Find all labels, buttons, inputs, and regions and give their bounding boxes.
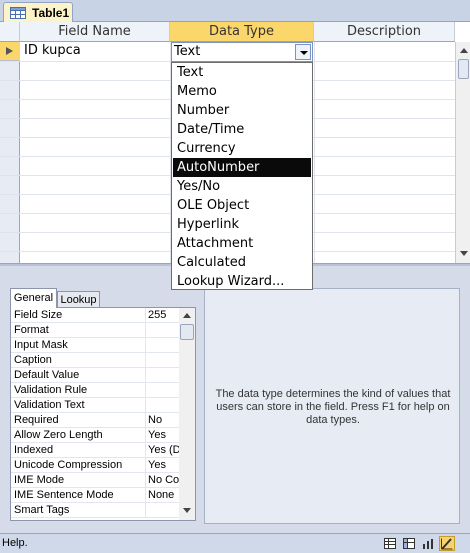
data-type-combobox[interactable]: Text: [171, 42, 313, 62]
column-header-field-name[interactable]: Field Name: [20, 22, 170, 42]
dropdown-item[interactable]: Calculated: [173, 253, 311, 272]
property-row[interactable]: Unicode Compression Yes: [11, 458, 179, 473]
field-name-cell[interactable]: ID kupca: [24, 43, 81, 58]
property-name: Required: [14, 414, 59, 426]
property-name: Validation Rule: [14, 384, 88, 396]
property-name: Validation Text: [14, 399, 85, 411]
pivotchart-view-icon[interactable]: [420, 536, 436, 551]
grid-vertical-scrollbar[interactable]: [455, 42, 470, 263]
scroll-thumb[interactable]: [180, 324, 194, 340]
property-value[interactable]: [145, 503, 179, 517]
property-row[interactable]: IME Mode No Co: [11, 473, 179, 488]
dropdown-item[interactable]: AutoNumber: [173, 158, 311, 177]
property-row[interactable]: Field Size 255: [11, 308, 179, 323]
tab-general[interactable]: General: [10, 288, 57, 308]
status-text: Help.: [2, 537, 28, 549]
scroll-up-icon[interactable]: [457, 43, 470, 58]
pivottable-view-icon[interactable]: [401, 536, 417, 551]
property-name: IME Mode: [14, 474, 65, 486]
scroll-up-icon[interactable]: [180, 309, 193, 324]
property-name: Field Size: [14, 309, 63, 321]
property-name: Indexed: [14, 444, 54, 456]
dropdown-item[interactable]: Hyperlink: [173, 215, 311, 234]
help-text: The data type determines the kind of val…: [215, 388, 451, 426]
property-name: Unicode Compression: [14, 459, 123, 471]
data-type-value: Text: [174, 44, 201, 59]
properties-sheet: Field Size 255 Format Input Mask Caption Defa…: [10, 307, 196, 521]
property-value[interactable]: [145, 353, 179, 367]
dropdown-item[interactable]: Memo: [173, 82, 311, 101]
dropdown-item[interactable]: Attachment: [173, 234, 311, 253]
property-value[interactable]: [145, 323, 179, 337]
field-properties-pane: General Lookup Field Size 255 Format Input …: [0, 266, 470, 531]
property-row[interactable]: Input Mask: [11, 338, 179, 353]
dropdown-arrow-button[interactable]: [295, 44, 311, 60]
dropdown-item[interactable]: Currency: [173, 139, 311, 158]
scroll-down-icon[interactable]: [457, 246, 470, 261]
property-value[interactable]: None: [145, 488, 179, 502]
property-name: Input Mask: [14, 339, 68, 351]
dropdown-item[interactable]: Yes/No: [173, 177, 311, 196]
property-row[interactable]: IME Sentence Mode None: [11, 488, 179, 503]
property-row[interactable]: Format: [11, 323, 179, 338]
dropdown-item[interactable]: Text: [173, 63, 311, 82]
property-row[interactable]: Caption: [11, 353, 179, 368]
scroll-down-icon[interactable]: [180, 504, 193, 519]
property-name: Caption: [14, 354, 52, 366]
document-tab-label: Table1: [32, 6, 70, 20]
property-value[interactable]: [145, 398, 179, 412]
column-header-data-type[interactable]: Data Type: [170, 22, 314, 42]
column-header-description[interactable]: Description: [314, 22, 455, 42]
property-row[interactable]: Validation Rule: [11, 383, 179, 398]
dropdown-item[interactable]: Lookup Wizard...: [173, 272, 311, 291]
property-name: Format: [14, 324, 49, 336]
table-icon: [10, 7, 26, 19]
property-value[interactable]: [145, 338, 179, 352]
property-value[interactable]: Yes: [145, 458, 179, 472]
property-name: Smart Tags: [14, 504, 70, 516]
property-value[interactable]: Yes (D: [145, 443, 179, 457]
property-row[interactable]: Default Value: [11, 368, 179, 383]
design-view-icon[interactable]: [439, 536, 455, 551]
help-pane: The data type determines the kind of val…: [204, 288, 460, 524]
document-tab-strip: Table1: [0, 0, 470, 23]
property-name: Allow Zero Length: [14, 429, 103, 441]
property-value[interactable]: No Co: [145, 473, 179, 487]
properties-scrollbar[interactable]: [179, 308, 195, 520]
grid-column-line: [314, 42, 315, 263]
property-row[interactable]: Required No: [11, 413, 179, 428]
primary-key-icon: [6, 47, 13, 55]
property-value[interactable]: [145, 383, 179, 397]
scroll-thumb[interactable]: [458, 59, 469, 79]
property-row[interactable]: Allow Zero Length Yes: [11, 428, 179, 443]
property-row[interactable]: Smart Tags: [11, 503, 179, 518]
grid-corner: [0, 22, 20, 42]
property-value[interactable]: [145, 368, 179, 382]
property-name: IME Sentence Mode: [14, 489, 114, 501]
document-tab-table1[interactable]: Table1: [3, 2, 73, 23]
data-type-dropdown-list[interactable]: Text Memo Number Date/Time Currency AutoNumbe…: [171, 62, 313, 290]
property-row[interactable]: Validation Text: [11, 398, 179, 413]
property-row[interactable]: Indexed Yes (D: [11, 443, 179, 458]
property-value[interactable]: No: [145, 413, 179, 427]
dropdown-item[interactable]: OLE Object: [173, 196, 311, 215]
row-selector-column[interactable]: [0, 42, 20, 263]
property-value[interactable]: 255: [145, 308, 179, 322]
status-bar: Help.: [0, 533, 470, 553]
datasheet-view-icon[interactable]: [382, 536, 398, 551]
dropdown-item[interactable]: Number: [173, 101, 311, 120]
property-value[interactable]: Yes: [145, 428, 179, 442]
property-name: Default Value: [14, 369, 80, 381]
dropdown-item[interactable]: Date/Time: [173, 120, 311, 139]
tab-lookup[interactable]: Lookup: [57, 291, 100, 308]
